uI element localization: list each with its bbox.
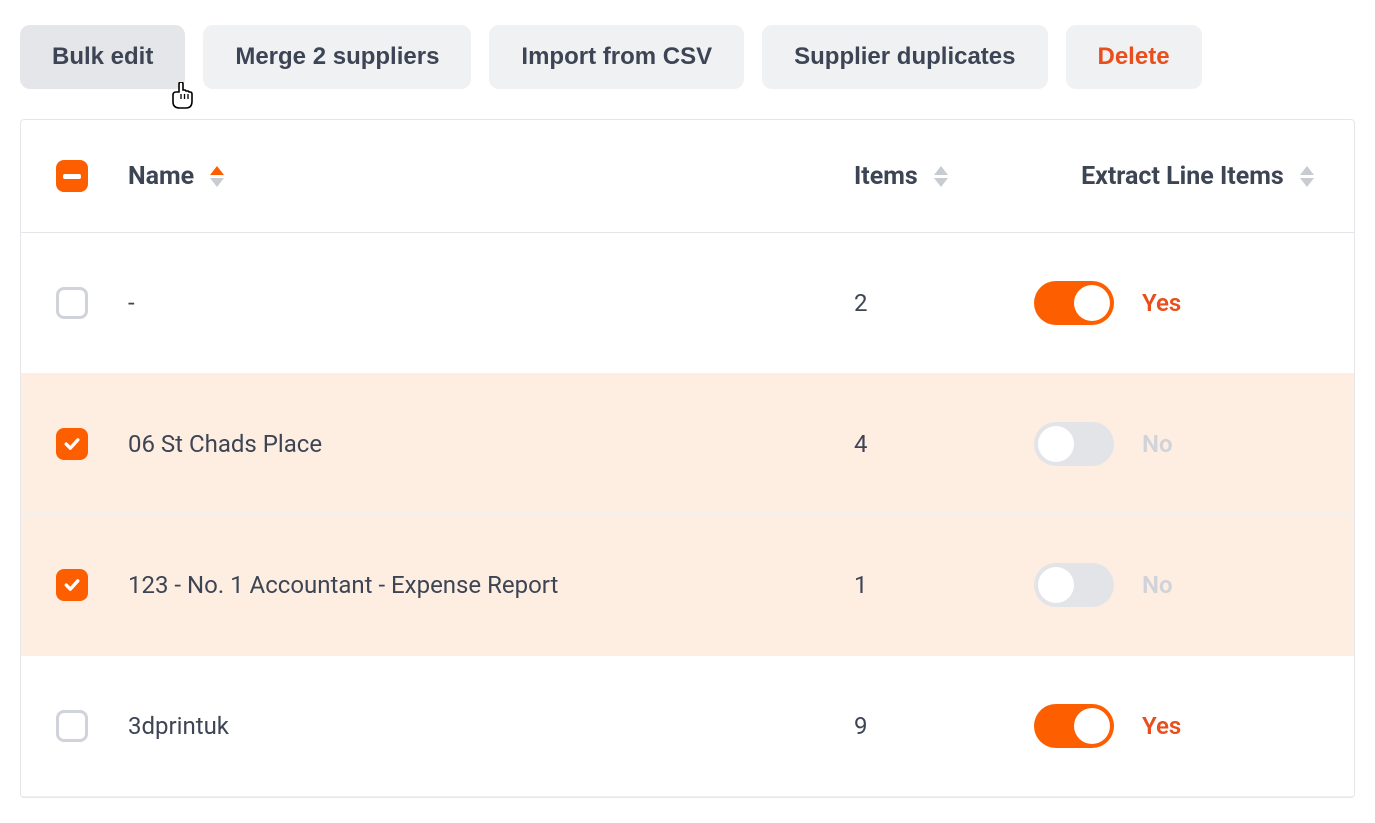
- table-row: 06 St Chads Place4 No: [21, 374, 1354, 515]
- column-header-extract[interactable]: Extract Line Items: [1034, 120, 1354, 233]
- toggle-knob: [1074, 285, 1110, 321]
- extract-toggle[interactable]: [1034, 704, 1114, 748]
- suppliers-table-container: Name Items Extract Line Items: [20, 119, 1355, 798]
- toggle-knob: [1074, 708, 1110, 744]
- extract-line-items-cell: No: [1034, 563, 1334, 607]
- extract-toggle-label: No: [1142, 430, 1173, 458]
- minus-icon: [63, 174, 81, 179]
- extract-toggle-label: Yes: [1142, 289, 1181, 317]
- table-row: 3dprintuk9 Yes: [21, 656, 1354, 797]
- sort-icon: [934, 166, 948, 187]
- extract-toggle[interactable]: [1034, 422, 1114, 466]
- check-icon: [62, 575, 82, 595]
- extract-line-items-cell: Yes: [1034, 704, 1334, 748]
- column-header-name[interactable]: Name: [108, 120, 834, 233]
- bulk-edit-button[interactable]: Bulk edit: [20, 25, 185, 89]
- select-all-checkbox[interactable]: [56, 160, 88, 192]
- extract-toggle[interactable]: [1034, 281, 1114, 325]
- extract-toggle-label: Yes: [1142, 712, 1181, 740]
- supplier-duplicates-button[interactable]: Supplier duplicates: [762, 25, 1047, 89]
- extract-line-items-cell: Yes: [1034, 281, 1334, 325]
- supplier-name: 3dprintuk: [108, 656, 834, 797]
- row-checkbox[interactable]: [56, 710, 88, 742]
- merge-suppliers-button[interactable]: Merge 2 suppliers: [203, 25, 471, 89]
- column-header-name-label: Name: [128, 162, 194, 191]
- column-header-items-label: Items: [854, 162, 918, 191]
- table-row: 123 - No. 1 Accountant - Expense Report1…: [21, 515, 1354, 656]
- suppliers-table: Name Items Extract Line Items: [21, 120, 1354, 797]
- import-csv-button[interactable]: Import from CSV: [489, 25, 744, 89]
- supplier-name: -: [108, 233, 834, 374]
- row-checkbox[interactable]: [56, 287, 88, 319]
- row-checkbox[interactable]: [56, 569, 88, 601]
- extract-toggle-label: No: [1142, 571, 1173, 599]
- table-row: -2 Yes: [21, 233, 1354, 374]
- delete-button[interactable]: Delete: [1066, 25, 1202, 89]
- sort-icon: [1300, 166, 1314, 187]
- supplier-items-count: 1: [834, 515, 1034, 656]
- column-header-extract-label: Extract Line Items: [1081, 162, 1284, 191]
- row-checkbox[interactable]: [56, 428, 88, 460]
- column-header-items[interactable]: Items: [834, 120, 1034, 233]
- supplier-name: 06 St Chads Place: [108, 374, 834, 515]
- supplier-items-count: 4: [834, 374, 1034, 515]
- extract-toggle[interactable]: [1034, 563, 1114, 607]
- supplier-items-count: 2: [834, 233, 1034, 374]
- supplier-items-count: 9: [834, 656, 1034, 797]
- toggle-knob: [1038, 426, 1074, 462]
- toolbar: Bulk edit Merge 2 suppliers Import from …: [20, 25, 1355, 89]
- extract-line-items-cell: No: [1034, 422, 1334, 466]
- check-icon: [62, 434, 82, 454]
- toggle-knob: [1038, 567, 1074, 603]
- sort-icon: [210, 166, 224, 187]
- supplier-name: 123 - No. 1 Accountant - Expense Report: [108, 515, 834, 656]
